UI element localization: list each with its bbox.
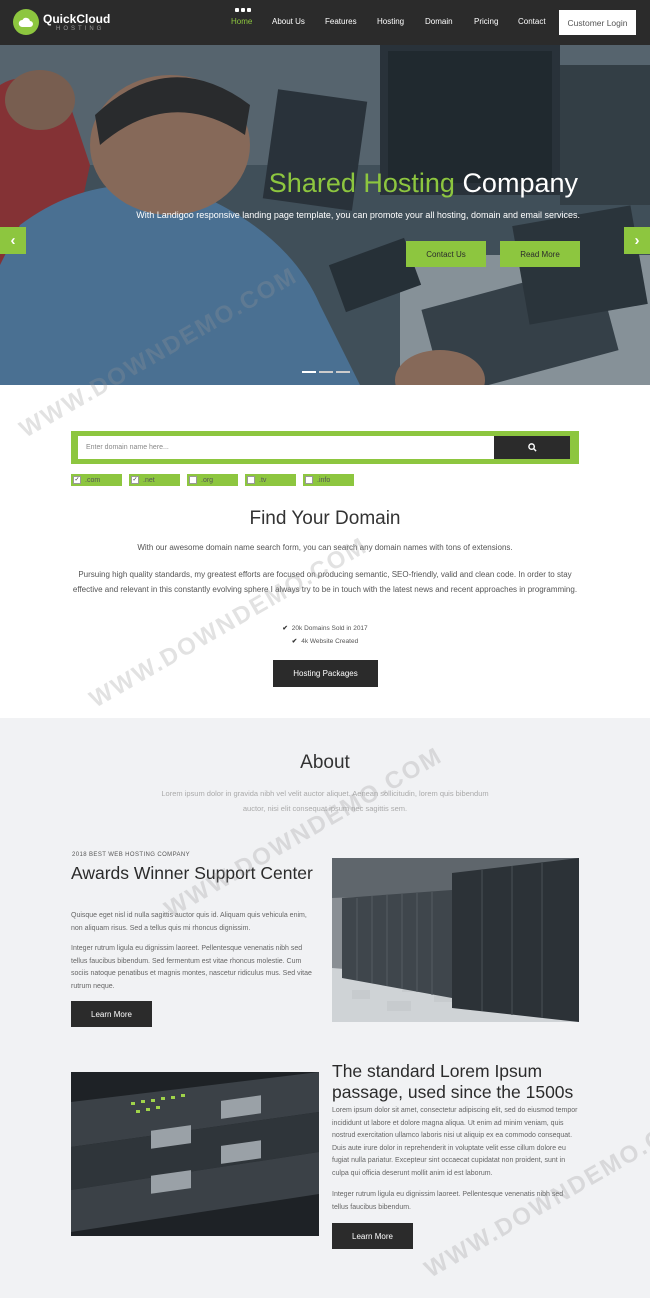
ext-label: .org: [201, 476, 214, 484]
slide-dot[interactable]: [319, 371, 333, 373]
contact-us-button[interactable]: Contact Us: [406, 241, 486, 267]
ext-info-checkbox[interactable]: .info: [303, 474, 354, 486]
chevron-left-icon: ‹: [10, 232, 16, 249]
domain-search-form: Enter domain name here...: [71, 431, 579, 464]
checkbox-icon: [305, 476, 313, 484]
customer-login-button[interactable]: Customer Login: [559, 10, 636, 35]
server-rack-image: [71, 1072, 319, 1236]
ext-org-checkbox[interactable]: .org: [187, 474, 238, 486]
hero-subtitle: With Landigoo responsive landing page te…: [136, 210, 580, 220]
search-icon: [527, 443, 537, 452]
ext-label: .net: [143, 476, 155, 484]
hero-title: Shared Hosting Company: [0, 168, 578, 199]
stat-item: ✔ 20k Domains Sold in 2017: [0, 624, 650, 632]
checkbox-checked-icon: ✓: [73, 476, 81, 484]
find-domain-title: Find Your Domain: [249, 508, 401, 529]
slide-dot[interactable]: [302, 371, 316, 373]
brand-tagline: HOSTING: [56, 26, 105, 32]
learn-more-button-1[interactable]: Learn More: [71, 1001, 152, 1027]
domain-search-input[interactable]: Enter domain name here...: [78, 436, 494, 459]
check-icon: ✔: [291, 638, 298, 645]
ext-com-checkbox[interactable]: ✓ .com: [71, 474, 122, 486]
hosting-packages-button[interactable]: Hosting Packages: [273, 660, 378, 687]
standard-p1: Lorem ipsum dolor sit amet, consectetur …: [332, 1107, 578, 1177]
check-icon: ✔: [282, 625, 288, 632]
nav-pricing[interactable]: Pricing: [474, 17, 498, 26]
stat-label: 20k Domains Sold in 2017: [291, 625, 368, 632]
chevron-right-icon: ›: [634, 232, 640, 249]
slide-indicators[interactable]: [302, 371, 350, 373]
award-eyebrow: 2018 BEST WEB HOSTING COMPANY: [72, 852, 191, 858]
ext-label: .info: [317, 476, 331, 484]
stat-label: 4k Website Created: [301, 638, 359, 645]
checkbox-icon: [247, 476, 255, 484]
ext-label: .tv: [259, 476, 267, 484]
hero-title-rest: Company: [462, 168, 578, 198]
nav-about-us[interactable]: About Us: [272, 17, 305, 26]
next-slide-button[interactable]: ›: [624, 227, 650, 254]
nav-domain[interactable]: Domain: [425, 17, 453, 26]
cloud-logo-icon[interactable]: [13, 9, 39, 35]
ext-label: .com: [85, 476, 101, 484]
server-room-image: [332, 858, 579, 1022]
domain-search-button[interactable]: [494, 436, 570, 459]
hero-title-highlight: Shared Hosting: [268, 168, 455, 198]
stat-item: ✔ 4k Website Created: [0, 637, 650, 645]
standard-title: The standard Lorem Ipsum passage, used s…: [332, 1061, 574, 1102]
active-indicator-icon: [235, 8, 251, 12]
nav-contact[interactable]: Contact: [518, 17, 546, 26]
slide-dot[interactable]: [336, 371, 350, 373]
ext-tv-checkbox[interactable]: .tv: [245, 474, 296, 486]
nav-features[interactable]: Features: [325, 17, 357, 26]
about-title: About: [300, 752, 350, 773]
award-p1: Quisque eget nisl id nulla sagittis auct…: [71, 912, 307, 932]
brand-name[interactable]: QuickCloud: [43, 12, 110, 26]
nav-home[interactable]: Home: [231, 17, 252, 26]
checkbox-icon: [189, 476, 197, 484]
prev-slide-button[interactable]: ‹: [0, 227, 26, 254]
learn-more-button-2[interactable]: Learn More: [332, 1223, 413, 1249]
nav-hosting[interactable]: Hosting: [377, 17, 404, 26]
read-more-button[interactable]: Read More: [500, 241, 580, 267]
top-navbar: QuickCloud HOSTING Home About Us Feature…: [0, 0, 650, 45]
ext-net-checkbox[interactable]: ✓ .net: [129, 474, 180, 486]
checkbox-checked-icon: ✓: [131, 476, 139, 484]
award-p2: Integer rutrum ligula eu dignissim laore…: [71, 945, 312, 990]
